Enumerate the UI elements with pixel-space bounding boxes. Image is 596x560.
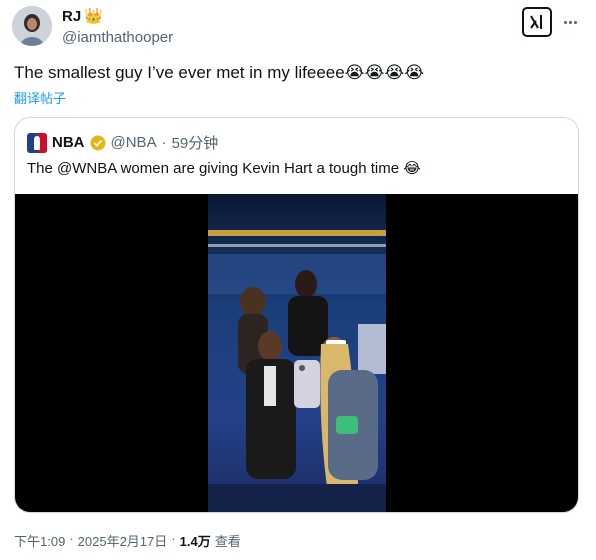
author-handle[interactable]: @iamthathooper [62, 29, 173, 46]
tweet-footer: 下午1:09 · 2025年2月17日 · 1.4万 查看 [14, 531, 241, 550]
views-label: 查看 [214, 534, 241, 549]
quoted-timestamp[interactable]: 59分钟 [172, 132, 219, 153]
grok-icon [530, 15, 542, 29]
author-avatar[interactable] [12, 6, 52, 46]
view-count: 1.4万 [179, 534, 211, 549]
tweet-time[interactable]: 下午1:09 [14, 531, 65, 550]
quoted-display-name[interactable]: NBA [52, 134, 85, 151]
tweet-date[interactable]: 2025年2月17日 [78, 531, 168, 550]
translate-post-link[interactable]: 翻译帖子 [14, 88, 66, 107]
separator-dot: · [69, 531, 74, 546]
verified-badge-icon [90, 135, 105, 150]
quoted-tweet-text: The @WNBA women are giving Kevin Hart a … [27, 160, 421, 177]
crown-emoji: 👑 [84, 8, 103, 25]
author-name-row[interactable]: RJ 👑 [62, 8, 103, 25]
video-frame [208, 194, 386, 512]
more-options-button[interactable] [560, 12, 580, 32]
video-player[interactable] [15, 194, 578, 512]
more-horizontal-icon [563, 20, 567, 24]
separator-dot: · [161, 134, 167, 151]
separator-dot: · [171, 531, 176, 546]
nba-logo [27, 132, 47, 153]
quoted-tweet-header: NBA @NBA · 59分钟 [27, 132, 218, 153]
grok-button[interactable] [522, 7, 552, 37]
quoted-tweet-card[interactable]: NBA @NBA · 59分钟 The @WNBA women are givi… [14, 117, 579, 513]
author-display-name[interactable]: RJ [62, 8, 81, 25]
tweet-text: The smallest guy I’ve ever met in my lif… [14, 63, 425, 82]
quoted-handle[interactable]: @NBA [111, 134, 157, 151]
